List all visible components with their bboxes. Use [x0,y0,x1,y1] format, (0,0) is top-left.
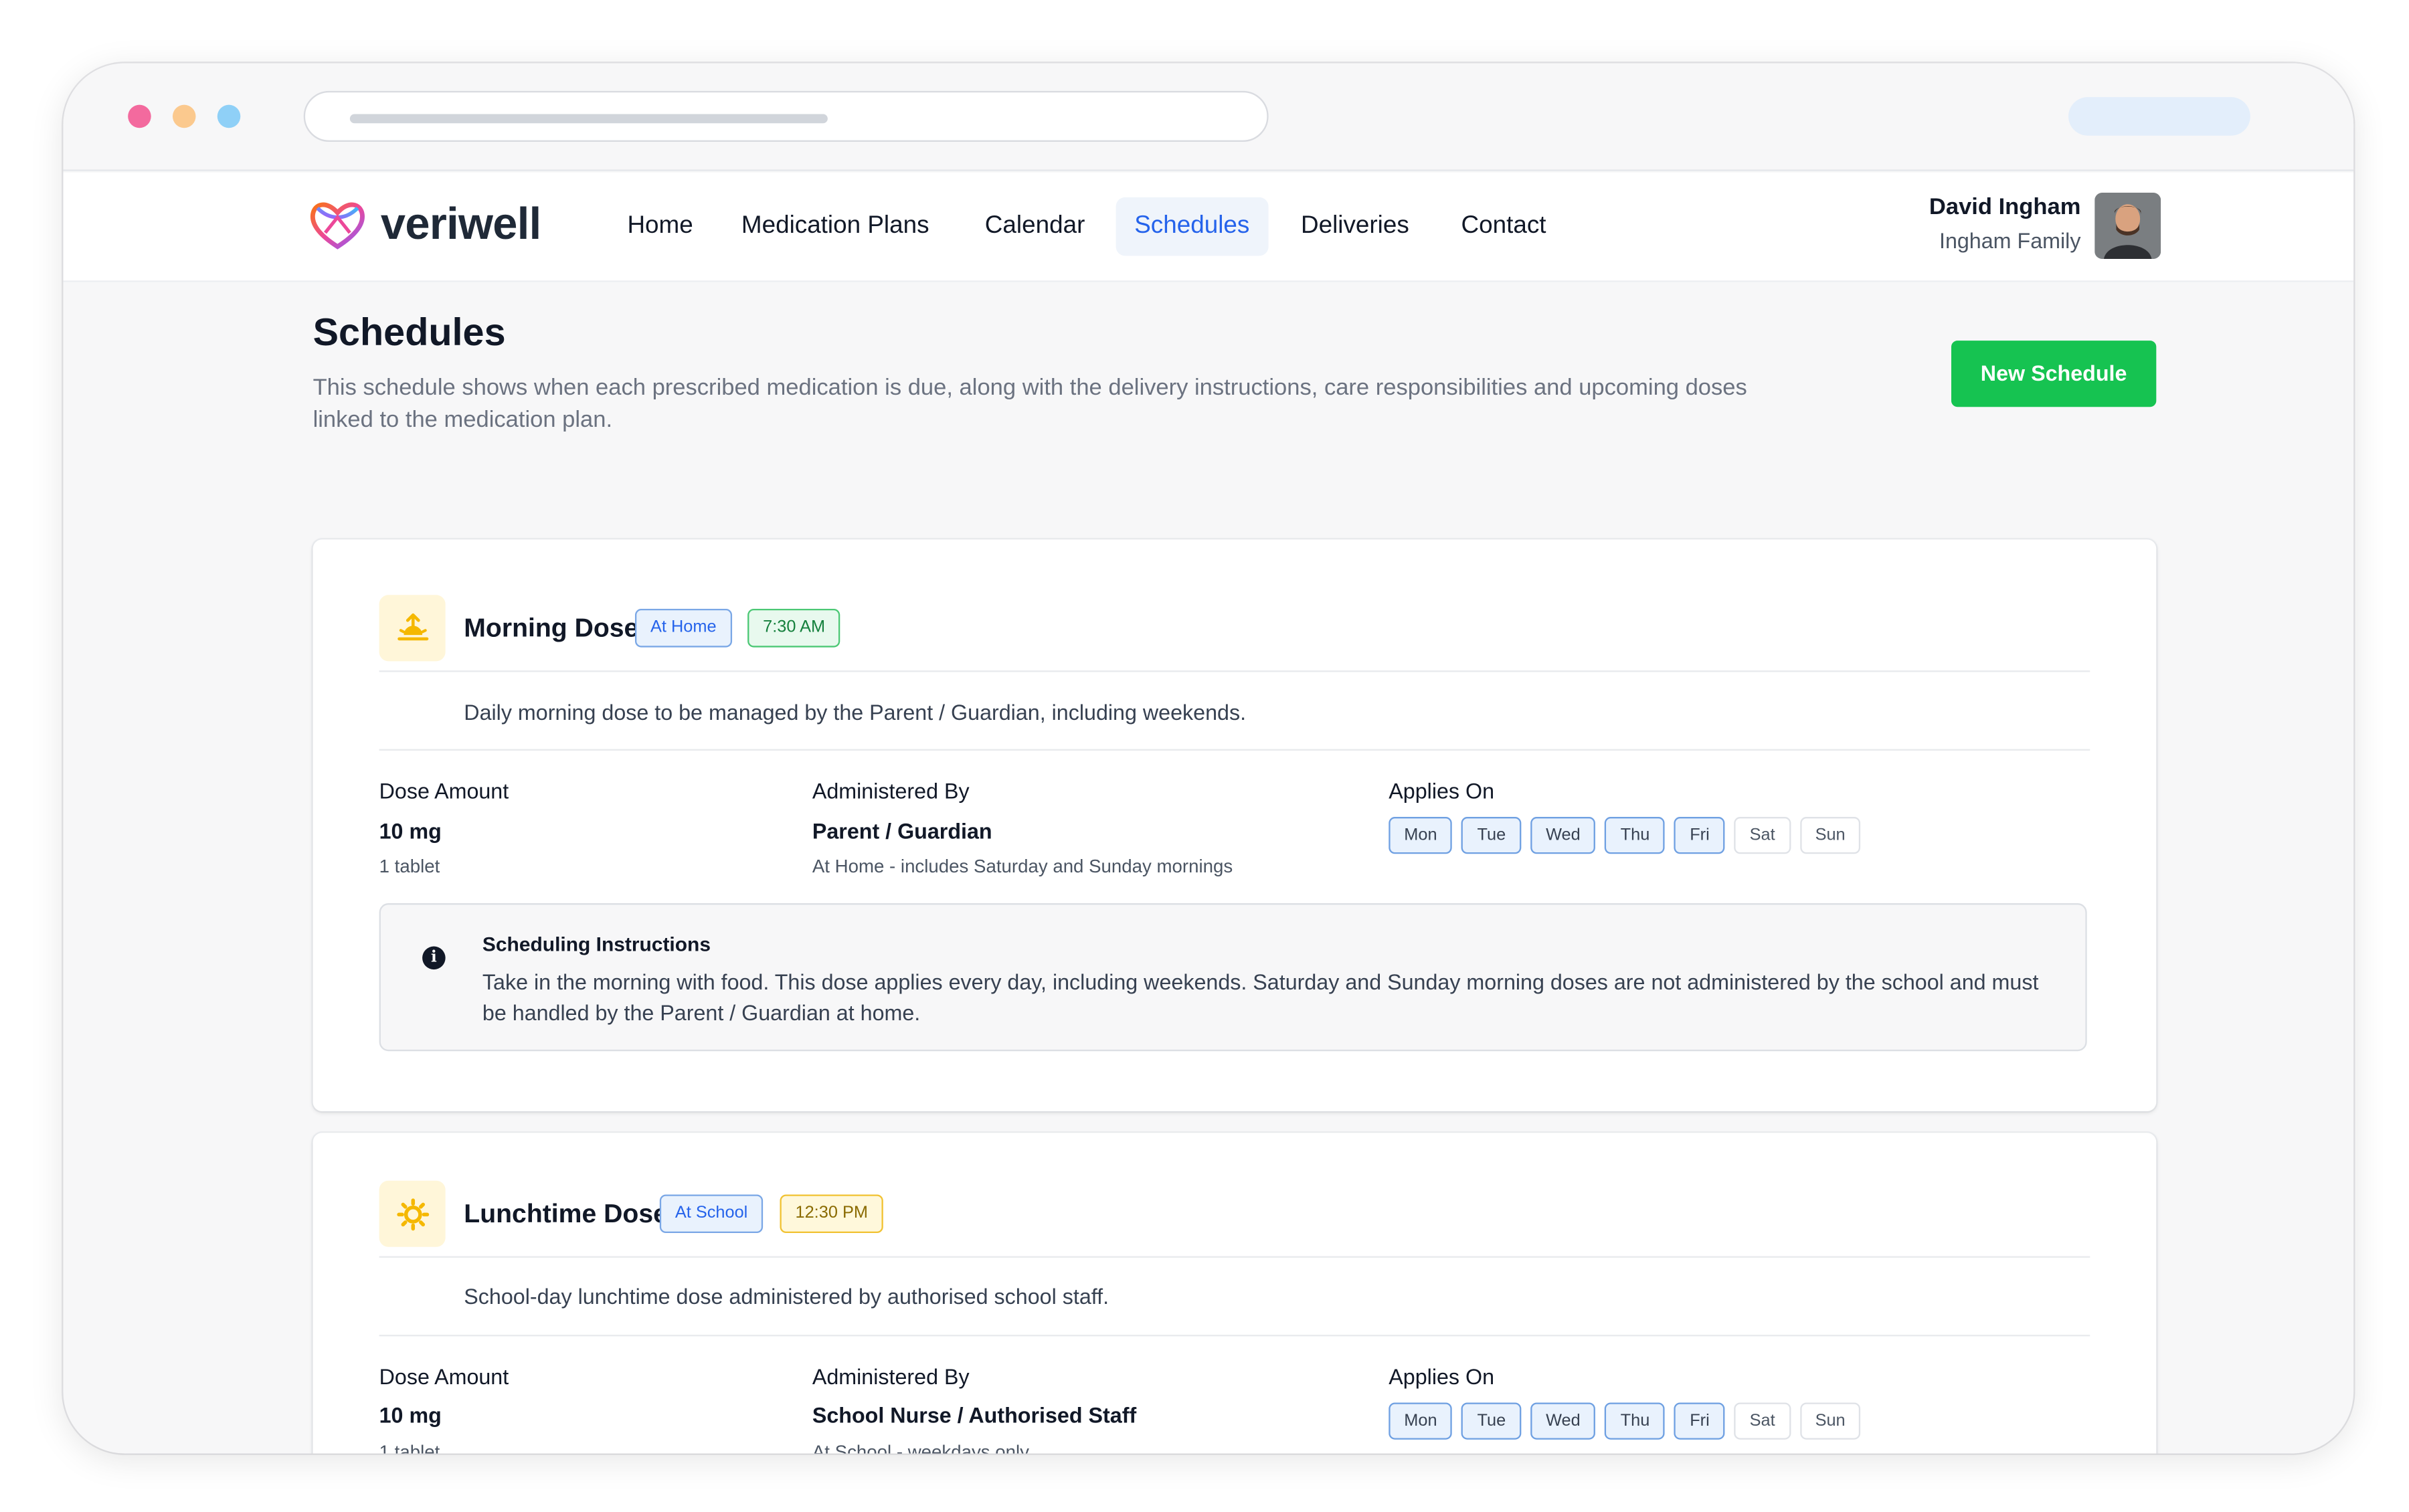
browser-action-pill[interactable] [2068,97,2250,136]
avatar[interactable] [2094,192,2161,260]
time-tag: 12:30 PM [780,1194,884,1234]
day-mon[interactable]: Mon [1389,1402,1453,1440]
administered-by-value: School Nurse / Authorised Staff [812,1402,1137,1428]
location-tag: At School [659,1194,764,1234]
nav-home[interactable]: Home [627,197,693,256]
administered-by-sub: At School - weekdays only [812,1441,1030,1454]
divider [379,749,2090,751]
sunrise-icon [397,612,428,640]
divider [379,670,2090,672]
day-sun[interactable]: Sun [1799,817,1861,854]
day-tue[interactable]: Tue [1461,817,1522,854]
page-title: Schedules [313,311,506,355]
page-description: This schedule shows when each prescribed… [313,374,1747,434]
day-selector: Mon Tue Wed Thu Fri Sat Sun [1389,817,1861,854]
location-tag: At Home [634,609,732,648]
user-info[interactable]: David Ingham Ingham Family [1929,191,2081,256]
dose-amount-value: 10 mg [379,818,442,844]
schedule-title: Lunchtime Dose [464,1199,668,1229]
user-name: David Ingham [1929,194,2081,221]
dose-amount-sub: 1 tablet [379,1441,440,1454]
day-thu[interactable]: Thu [1605,817,1666,854]
nav-deliveries[interactable]: Deliveries [1301,197,1409,256]
divider [379,1256,2090,1258]
administered-by-sub: At Home - includes Saturday and Sunday m… [812,855,1233,877]
nav-schedules[interactable]: Schedules [1116,197,1268,256]
user-avatar-icon [2094,192,2161,260]
schedule-icon-badge [379,1180,446,1247]
dose-amount-value: 10 mg [379,1402,442,1428]
close-window-dot[interactable] [128,104,151,128]
day-fri[interactable]: Fri [1674,817,1725,854]
nav-calendar[interactable]: Calendar [985,197,1085,256]
day-sat[interactable]: Sat [1734,1402,1791,1440]
day-fri[interactable]: Fri [1674,1402,1725,1440]
top-navbar: veriwell Home Medication Plans Calendar … [63,173,2354,282]
applies-on-label: Applies On [1389,1363,1495,1389]
schedule-description: Daily morning dose to be managed by the … [464,699,1247,725]
administered-by-label: Administered By [812,1363,970,1389]
day-selector: Mon Tue Wed Thu Fri Sat Sun [1389,1402,1861,1440]
brand-logo[interactable]: veriwell [308,199,541,251]
instructions-title: Scheduling Instructions [482,932,711,956]
minimize-window-dot[interactable] [172,104,196,128]
browser-window: veriwell Home Medication Plans Calendar … [63,63,2354,1454]
address-bar[interactable] [303,90,1269,142]
day-tue[interactable]: Tue [1461,1402,1522,1440]
dose-amount-sub: 1 tablet [379,855,440,877]
dose-amount-label: Dose Amount [379,778,509,804]
address-placeholder-bar [349,114,828,124]
applies-on-label: Applies On [1389,778,1495,804]
nav-contact[interactable]: Contact [1461,197,1546,256]
schedule-description: School-day lunchtime dose administered b… [464,1284,1109,1309]
administered-by-label: Administered By [812,778,970,804]
veriwell-logo-icon [310,202,365,250]
user-family: Ingham Family [1939,227,2081,253]
divider [379,1335,2090,1337]
schedule-card: Morning Dose At Home 7:30 AM Daily morni… [313,539,2157,1112]
scheduling-instructions: i Scheduling Instructions Take in the mo… [379,903,2087,1052]
schedule-icon-badge [379,595,446,662]
administered-by-value: Parent / Guardian [812,818,992,844]
day-sun[interactable]: Sun [1799,1402,1861,1440]
day-sat[interactable]: Sat [1734,817,1791,854]
maximize-window-dot[interactable] [217,104,241,128]
info-icon: i [422,946,446,970]
day-wed[interactable]: Wed [1530,1402,1596,1440]
nav-medication-plans[interactable]: Medication Plans [741,197,929,256]
dose-amount-label: Dose Amount [379,1363,509,1389]
day-mon[interactable]: Mon [1389,817,1453,854]
day-thu[interactable]: Thu [1605,1402,1666,1440]
new-schedule-button[interactable]: New Schedule [1951,341,2157,407]
schedule-card: Lunchtime Dose At School 12:30 PM School… [313,1133,2157,1454]
time-tag: 7:30 AM [747,609,841,648]
instructions-text: Take in the morning with food. This dose… [482,969,2039,1026]
day-wed[interactable]: Wed [1530,817,1596,854]
browser-chrome [63,63,2354,171]
sun-icon [396,1198,429,1230]
schedule-title: Morning Dose [464,613,639,643]
brand-name: veriwell [380,199,541,250]
